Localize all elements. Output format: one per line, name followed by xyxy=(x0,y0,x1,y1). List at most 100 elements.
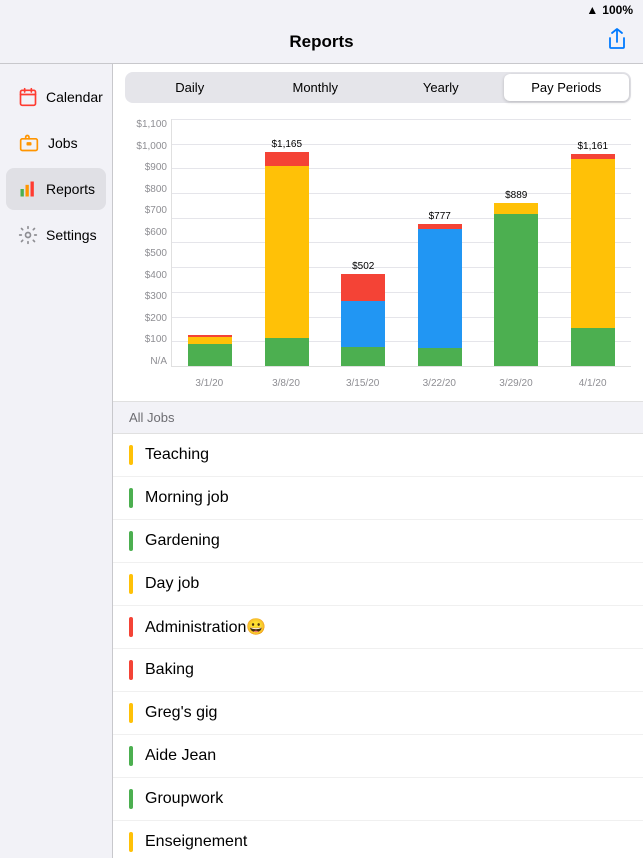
bar-segment xyxy=(418,229,462,348)
status-bar: ▲ 100% xyxy=(0,0,643,20)
share-button[interactable] xyxy=(607,28,627,56)
job-item[interactable]: Morning job xyxy=(113,477,643,520)
bar-segment xyxy=(188,344,232,366)
sidebar-item-calendar[interactable]: Calendar xyxy=(6,76,106,118)
job-item[interactable]: Administration😀 xyxy=(113,606,643,649)
tab-daily[interactable]: Daily xyxy=(127,74,253,101)
y-axis-label: $1,000 xyxy=(136,141,167,152)
job-name: Baking xyxy=(145,661,194,679)
job-item[interactable]: Day job xyxy=(113,563,643,606)
y-axis-label: $900 xyxy=(145,162,167,173)
job-name: Enseignement xyxy=(145,833,247,851)
job-item[interactable]: Gardening xyxy=(113,520,643,563)
all-jobs-header: All Jobs xyxy=(113,402,643,434)
job-item[interactable]: Teaching xyxy=(113,434,643,477)
page-title: Reports xyxy=(289,32,353,52)
sidebar-label-settings: Settings xyxy=(46,227,97,243)
y-axis-label: $1,100 xyxy=(136,119,167,130)
bar-segment xyxy=(418,348,462,366)
calendar-icon xyxy=(18,86,38,108)
job-name: Groupwork xyxy=(145,790,223,808)
stacked-bar xyxy=(494,203,538,366)
job-color-bar xyxy=(129,832,133,852)
y-axis-label: N/A xyxy=(150,356,167,367)
y-axis-label: $700 xyxy=(145,205,167,216)
bar-value-label: $1,165 xyxy=(271,139,302,150)
bar-group[interactable]: $1,165 xyxy=(257,139,317,366)
tab-pay-periods[interactable]: Pay Periods xyxy=(504,74,630,101)
jobs-icon xyxy=(18,132,40,154)
job-color-bar xyxy=(129,617,133,637)
job-color-bar xyxy=(129,746,133,766)
x-axis-label: 3/29/20 xyxy=(486,378,546,389)
bar-value-label: $777 xyxy=(429,211,451,222)
segment-control: Daily Monthly Yearly Pay Periods xyxy=(125,72,631,103)
sidebar-label-jobs: Jobs xyxy=(48,135,78,151)
y-axis-label: $300 xyxy=(145,291,167,302)
y-axis: $1,100 $1,000 $900 $800 $700 $600 $500 $400 $300… xyxy=(125,119,171,367)
reports-icon xyxy=(18,178,38,200)
job-color-bar xyxy=(129,488,133,508)
stacked-bar xyxy=(188,335,232,366)
bar-segment xyxy=(494,214,538,366)
sidebar-label-reports: Reports xyxy=(46,181,95,197)
x-axis-label: 4/1/20 xyxy=(563,378,623,389)
job-color-bar xyxy=(129,531,133,551)
main-layout: Calendar Jobs Reports xyxy=(0,64,643,858)
sidebar-item-jobs[interactable]: Jobs xyxy=(6,122,106,164)
stacked-bar xyxy=(341,274,385,366)
bar-segment xyxy=(571,159,615,328)
bar-value-label: $1,161 xyxy=(577,141,608,152)
job-item[interactable]: Aide Jean xyxy=(113,735,643,778)
x-axis: 3/1/203/8/203/15/203/22/203/29/204/1/20 xyxy=(171,369,631,397)
nav-bar: Reports xyxy=(0,20,643,64)
job-item[interactable]: Greg's gig xyxy=(113,692,643,735)
bar-segment xyxy=(265,152,309,166)
bar-segment xyxy=(571,328,615,366)
bar-group[interactable]: $502 xyxy=(333,261,393,366)
y-axis-label: $600 xyxy=(145,227,167,238)
bar-value-label: $889 xyxy=(505,190,527,201)
sidebar-label-calendar: Calendar xyxy=(46,89,103,105)
job-name: Aide Jean xyxy=(145,747,216,765)
bar-segment xyxy=(494,203,538,214)
tab-yearly[interactable]: Yearly xyxy=(378,74,504,101)
bars-area: $1,165 $502 $777 $889 $1,161 xyxy=(171,119,631,367)
content-area: Daily Monthly Yearly Pay Periods xyxy=(113,64,643,858)
jobs-list[interactable]: TeachingMorning job Gardening Day jobAdmin… xyxy=(113,434,643,858)
sidebar-item-settings[interactable]: Settings xyxy=(6,214,106,256)
x-axis-label: 3/22/20 xyxy=(409,378,469,389)
tab-monthly[interactable]: Monthly xyxy=(253,74,379,101)
job-color-bar xyxy=(129,703,133,723)
job-color-bar xyxy=(129,445,133,465)
job-item[interactable]: Enseignement xyxy=(113,821,643,858)
job-name: Gardening xyxy=(145,532,220,550)
chart-wrapper: $1,100 $1,000 $900 $800 $700 $600 $500 $400 $300… xyxy=(125,119,631,397)
bar-segment xyxy=(341,274,385,301)
bar-group[interactable]: $889 xyxy=(486,190,546,366)
stacked-bar xyxy=(265,152,309,366)
bar-group[interactable]: $777 xyxy=(410,211,470,366)
chart-container: $1,100 $1,000 $900 $800 $700 $600 $500 $400 $300… xyxy=(113,111,643,401)
status-bar-right: ▲ 100% xyxy=(586,3,633,17)
bar-value-label: $502 xyxy=(352,261,374,272)
job-item[interactable]: Baking xyxy=(113,649,643,692)
settings-icon xyxy=(18,224,38,246)
wifi-icon: ▲ xyxy=(586,3,598,17)
y-axis-label: $800 xyxy=(145,184,167,195)
job-color-bar xyxy=(129,660,133,680)
y-axis-label: $400 xyxy=(145,270,167,281)
job-item[interactable]: Groupwork xyxy=(113,778,643,821)
sidebar-item-reports[interactable]: Reports xyxy=(6,168,106,210)
sidebar: Calendar Jobs Reports xyxy=(0,64,113,858)
stacked-bar xyxy=(418,224,462,366)
bar-segment xyxy=(341,301,385,347)
bar-segment xyxy=(341,347,385,366)
y-axis-label: $100 xyxy=(145,334,167,345)
bar-group[interactable]: $1,161 xyxy=(563,141,623,366)
bar-segment xyxy=(265,338,309,366)
bar-group[interactable] xyxy=(180,333,240,366)
x-axis-label: 3/8/20 xyxy=(256,378,316,389)
x-axis-label: 3/1/20 xyxy=(179,378,239,389)
y-axis-label: $500 xyxy=(145,248,167,259)
